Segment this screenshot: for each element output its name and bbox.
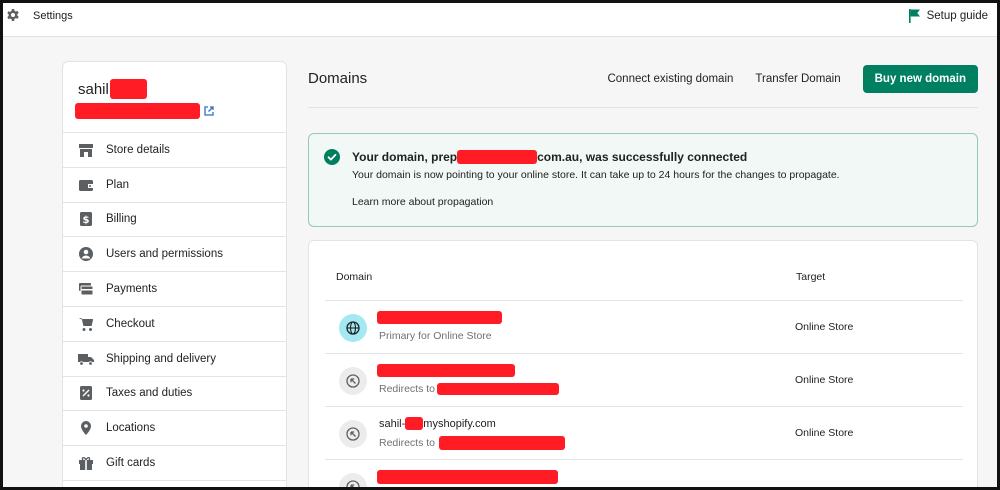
gift-icon — [79, 457, 93, 471]
domain-target: Online Store — [795, 427, 854, 439]
sidebar-item-label: Users and permissions — [106, 248, 223, 261]
domain-subtitle-text: Redirects to — [379, 383, 436, 395]
banner-description: Your domain is now pointing to your onli… — [352, 169, 840, 181]
domain-subtitle-text: Redirects to — [379, 437, 436, 449]
redaction — [439, 436, 566, 450]
sidebar-item-billing[interactable]: $ Billing — [63, 203, 286, 238]
sidebar-item-label: Plan — [106, 178, 130, 191]
domain-target: Online Store — [795, 321, 854, 333]
banner-title-prefix: Your domain, prep — [352, 150, 458, 164]
domain-name-prefix: sahil- — [379, 417, 406, 430]
redaction — [437, 383, 560, 395]
transfer-domain-button[interactable]: Transfer Domain — [755, 73, 840, 85]
settings-title: Settings — [33, 10, 73, 22]
card-icon — [79, 283, 94, 296]
location-icon — [81, 421, 91, 436]
domains-card: Domain Target Primary for Online Store O… — [308, 240, 978, 490]
connect-existing-domain-button[interactable]: Connect existing domain — [607, 73, 733, 85]
tax-icon — [80, 386, 92, 401]
store-header: sahil — [63, 62, 286, 133]
redaction — [109, 79, 147, 99]
domain-subtitle-text: Primary for Online Store — [379, 330, 492, 342]
store-icon — [79, 143, 93, 157]
flag-icon — [908, 9, 920, 23]
dollar-icon: $ — [80, 212, 92, 227]
domain-subtitle: Redirects to — [379, 436, 566, 450]
sidebar-item-label: Billing — [106, 213, 137, 226]
sidebar-item-taxes-duties[interactable]: Taxes and duties — [63, 377, 286, 412]
domain-name-suffix: myshopify.com — [423, 417, 496, 430]
redaction — [75, 103, 200, 119]
sidebar-item-users-permissions[interactable]: Users and permissions — [63, 237, 286, 273]
sidebar-item-plan[interactable]: Plan — [63, 168, 286, 203]
banner-title-suffix: com.au, was successfully connected — [537, 150, 748, 164]
banner-title: Your domain, prep com.au, was successful… — [352, 150, 747, 164]
domain-target: Online Store — [795, 374, 854, 386]
settings-sidebar: sahil Store details Plan $ Billing Users… — [62, 61, 287, 490]
truck-icon — [78, 353, 94, 366]
table-row[interactable]: Primary for Online Store Online Store — [325, 300, 963, 353]
sidebar-item-label: Taxes and duties — [106, 387, 193, 400]
table-row[interactable]: Redirects to Online Store — [325, 353, 963, 406]
redaction — [377, 470, 558, 484]
buy-new-domain-button[interactable]: Buy new domain — [862, 65, 978, 93]
page-title: Domains — [308, 70, 368, 87]
sidebar-item-label: Shipping and delivery — [106, 352, 216, 365]
column-header-target: Target — [796, 271, 826, 283]
domain-name — [377, 311, 502, 324]
sidebar-item-gift-cards[interactable]: Gift cards — [63, 446, 286, 481]
column-header-domain: Domain — [336, 271, 373, 283]
gear-icon — [7, 9, 19, 21]
globe-icon — [339, 314, 367, 342]
header-actions: Connect existing domain Transfer Domain … — [607, 65, 978, 93]
redaction — [377, 364, 515, 377]
sidebar-item-shipping-delivery[interactable]: Shipping and delivery — [63, 342, 286, 377]
store-name-text: sahil — [78, 80, 109, 98]
redirect-icon — [339, 367, 367, 395]
domain-name — [377, 364, 515, 377]
redaction — [457, 150, 538, 164]
domain-name — [377, 470, 558, 484]
redirect-icon — [339, 473, 367, 490]
sidebar-item-label: Payments — [106, 283, 158, 296]
store-name: sahil — [78, 79, 147, 99]
redaction — [377, 311, 502, 324]
wallet-icon — [79, 179, 93, 191]
header-divider — [308, 107, 978, 108]
external-link-icon — [204, 106, 214, 116]
domain-name: sahil- myshopify.com — [379, 417, 496, 430]
domain-subtitle: Redirects to — [379, 383, 560, 395]
domain-subtitle: Primary for Online Store — [379, 330, 492, 342]
success-banner: Your domain, prep com.au, was successful… — [308, 133, 978, 227]
setup-guide-label: Setup guide — [926, 10, 988, 22]
check-circle-icon — [324, 149, 340, 165]
redaction — [405, 417, 424, 430]
table-row[interactable] — [325, 459, 963, 490]
setup-guide-link[interactable]: Setup guide — [908, 9, 988, 23]
user-icon — [79, 247, 93, 262]
sidebar-item-label: Store details — [106, 143, 170, 156]
sidebar-item-checkout[interactable]: Checkout — [63, 307, 286, 342]
sidebar-item-label: Gift cards — [106, 457, 156, 470]
redirect-icon — [339, 420, 367, 448]
svg-text:$: $ — [83, 215, 90, 226]
sidebar-item-label: Locations — [106, 422, 156, 435]
store-url-link[interactable] — [75, 103, 214, 119]
top-bar: Settings Setup guide — [0, 0, 1000, 37]
sidebar-item-label: Checkout — [106, 317, 155, 330]
learn-more-propagation-link[interactable]: Learn more about propagation — [352, 196, 493, 208]
cart-icon — [79, 317, 93, 331]
sidebar-item-locations[interactable]: Locations — [63, 411, 286, 447]
sidebar-item-store-details[interactable]: Store details — [63, 133, 286, 168]
table-row[interactable]: sahil- myshopify.com Redirects to Online… — [325, 406, 963, 459]
sidebar-item-payments[interactable]: Payments — [63, 272, 286, 307]
